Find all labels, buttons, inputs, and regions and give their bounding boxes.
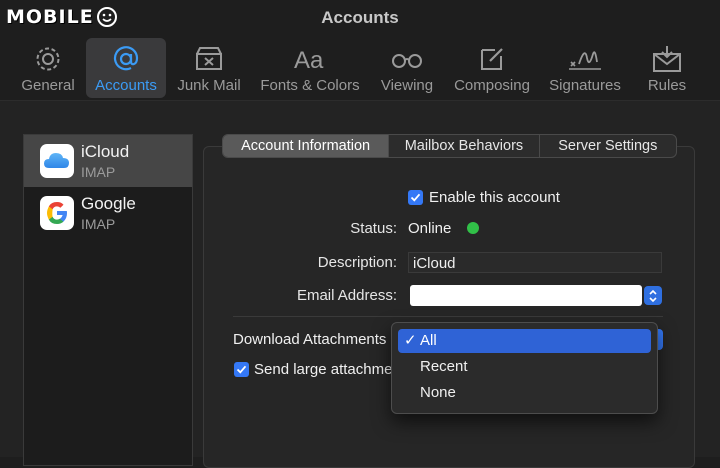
email-address-popup-button[interactable] (644, 286, 662, 305)
toolbar-junk-mail[interactable]: Junk Mail (170, 38, 248, 98)
signature-icon (569, 51, 601, 70)
toolbar-accounts[interactable]: Accounts (86, 38, 166, 98)
tab-server-settings[interactable]: Server Settings (540, 135, 676, 157)
checkmark-icon: ✓ (404, 332, 417, 349)
send-large-attachments-label: Send large attachme (254, 361, 393, 378)
toolbar-label: Viewing (380, 77, 434, 94)
fonts-aa-icon: Aa (294, 47, 324, 74)
toolbar-viewing[interactable]: Viewing (374, 38, 440, 98)
email-address-label: Email Address: (296, 287, 397, 304)
checkmark-icon (410, 193, 421, 202)
menu-option-none[interactable]: None (398, 381, 651, 405)
toolbar-label: Rules (647, 77, 687, 94)
send-large-attachments-checkbox[interactable] (234, 362, 249, 377)
menu-option-all[interactable]: ✓ All (398, 329, 651, 353)
tab-mailbox-behaviors[interactable]: Mailbox Behaviors (389, 135, 540, 157)
toolbar-signatures[interactable]: Signatures (544, 38, 626, 98)
toolbar-label: Signatures (549, 77, 621, 94)
status-online-indicator (467, 222, 479, 234)
preferences-toolbar: General Accounts Junk Mail Aa Fonts & Co… (0, 36, 720, 98)
accounts-list[interactable]: iCloud IMAP Google IMAP (23, 134, 193, 466)
description-input[interactable]: iCloud (408, 252, 662, 273)
menu-option-label: Recent (420, 358, 468, 375)
toolbar-fonts-colors[interactable]: Aa Fonts & Colors (254, 38, 366, 98)
description-label: Description: (317, 254, 397, 271)
enable-account-checkbox[interactable] (408, 190, 423, 205)
download-attachments-label: Download Attachments (233, 331, 387, 348)
section-divider (233, 316, 663, 317)
smiley-logo-icon (96, 7, 117, 27)
settings-tabs: Account Information Mailbox Behaviors Se… (222, 134, 677, 158)
email-address-combobox[interactable] (410, 285, 642, 306)
account-name: Google (81, 194, 136, 213)
tab-account-information[interactable]: Account Information (223, 135, 390, 157)
toolbar-general[interactable]: General (14, 38, 82, 98)
watermark-text: MOBILE (6, 6, 94, 28)
at-sign-icon (113, 46, 139, 71)
status-label: Status: (350, 220, 397, 237)
gear-icon (36, 47, 60, 71)
google-icon (40, 196, 74, 230)
watermark: MOBILE (6, 4, 146, 30)
account-item-google[interactable]: Google IMAP (24, 187, 192, 239)
rules-envelope-icon (653, 46, 681, 72)
toolbar-label: Junk Mail (177, 77, 241, 94)
account-item-icloud[interactable]: iCloud IMAP (24, 135, 192, 187)
svg-text:Aa: Aa (294, 47, 324, 74)
menu-option-label: All (420, 332, 437, 349)
toolbar-rules[interactable]: Rules (636, 38, 698, 98)
toolbar-label: Composing (454, 77, 530, 94)
checkmark-icon (236, 365, 247, 374)
toolbar-label: General (21, 77, 75, 94)
enable-account-label: Enable this account (429, 189, 560, 206)
glasses-icon (392, 54, 422, 68)
download-attachments-menu: ✓ All Recent None (391, 322, 658, 414)
toolbar-label: Fonts & Colors (260, 77, 360, 94)
menu-option-label: None (420, 384, 456, 401)
icloud-icon (40, 144, 74, 178)
toolbar-label: Accounts (95, 77, 157, 94)
junk-tray-icon (196, 47, 222, 70)
account-name: iCloud (81, 142, 130, 161)
compose-icon (481, 48, 503, 70)
account-type: IMAP (81, 164, 116, 180)
chevron-updown-icon (649, 289, 657, 302)
status-value: Online (408, 220, 452, 237)
account-type: IMAP (81, 216, 116, 232)
menu-option-recent[interactable]: Recent (398, 355, 651, 379)
toolbar-composing[interactable]: Composing (448, 38, 536, 98)
